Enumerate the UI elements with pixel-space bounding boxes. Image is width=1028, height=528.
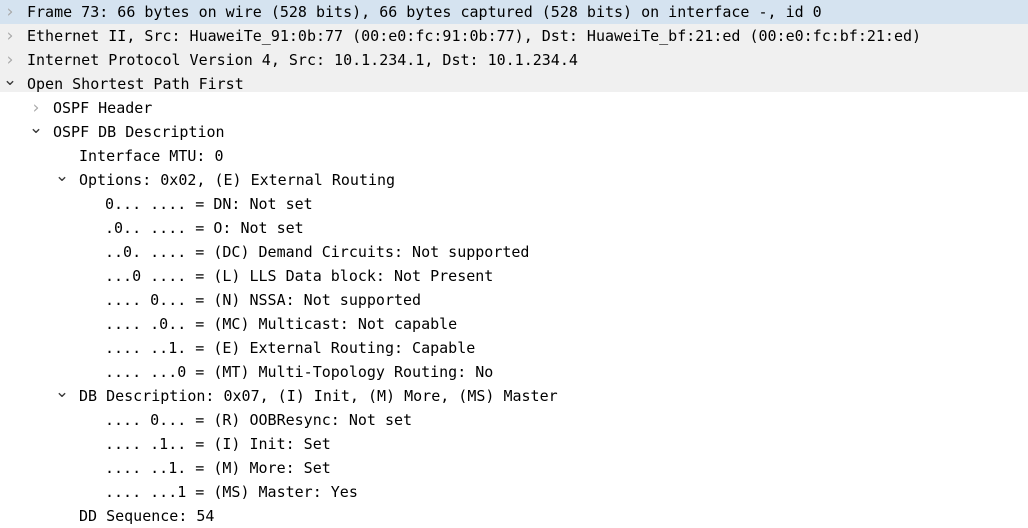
tree-item-dd-sequence[interactable]: DD Sequence: 54 xyxy=(0,504,1028,528)
tree-item-label: .... ..1. = (M) More: Set xyxy=(105,459,331,477)
tree-item-label: .... .1.. = (I) Init: Set xyxy=(105,435,331,453)
chevron-down-icon[interactable] xyxy=(28,120,44,144)
tree-item-flag-r[interactable]: .... 0... = (R) OOBResync: Not set xyxy=(0,408,1028,432)
tree-item-label: ..0. .... = (DC) Demand Circuits: Not su… xyxy=(105,243,530,261)
tree-item-label: DD Sequence: 54 xyxy=(79,507,215,525)
tree-item-flag-m[interactable]: .... ..1. = (M) More: Set xyxy=(0,456,1028,480)
tree-item-label: ...0 .... = (L) LLS Data block: Not Pres… xyxy=(105,267,494,285)
tree-item-flag-e[interactable]: .... ..1. = (E) External Routing: Capabl… xyxy=(0,336,1028,360)
chevron-down-icon[interactable] xyxy=(54,168,70,192)
tree-item-label: OSPF DB Description xyxy=(53,123,225,141)
tree-item-flag-mt[interactable]: .... ...0 = (MT) Multi-Topology Routing:… xyxy=(0,360,1028,384)
tree-item-label: .... 0... = (N) NSSA: Not supported xyxy=(105,291,422,309)
packet-details-pane: Frame 73: 66 bytes on wire (528 bits), 6… xyxy=(0,0,1028,526)
tree-item-label: .... ...0 = (MT) Multi-Topology Routing:… xyxy=(105,363,494,381)
chevron-down-icon[interactable] xyxy=(2,72,18,96)
tree-item-flag-dn[interactable]: 0... .... = DN: Not set xyxy=(0,192,1028,216)
tree-item-label: .0.. .... = O: Not set xyxy=(105,219,304,237)
packet-detail-row-list: Frame 73: 66 bytes on wire (528 bits), 6… xyxy=(0,0,1028,528)
tree-item-frame[interactable]: Frame 73: 66 bytes on wire (528 bits), 6… xyxy=(0,0,1028,24)
tree-item-interface-mtu[interactable]: Interface MTU: 0 xyxy=(0,144,1028,168)
tree-item-ospf-header[interactable]: OSPF Header xyxy=(0,96,1028,120)
tree-item-flag-o[interactable]: .0.. .... = O: Not set xyxy=(0,216,1028,240)
tree-item-label: Frame 73: 66 bytes on wire (528 bits), 6… xyxy=(27,3,822,21)
tree-item-label: Open Shortest Path First xyxy=(27,75,244,93)
chevron-down-icon[interactable] xyxy=(54,384,70,408)
tree-item-label: Internet Protocol Version 4, Src: 10.1.2… xyxy=(27,51,578,69)
tree-item-label: Ethernet II, Src: HuaweiTe_91:0b:77 (00:… xyxy=(27,27,922,45)
tree-item-flag-l[interactable]: ...0 .... = (L) LLS Data block: Not Pres… xyxy=(0,264,1028,288)
chevron-right-icon[interactable] xyxy=(2,24,18,48)
tree-item-label: OSPF Header xyxy=(53,99,153,117)
tree-item-flag-i[interactable]: .... .1.. = (I) Init: Set xyxy=(0,432,1028,456)
tree-item-ospf-db-description[interactable]: OSPF DB Description xyxy=(0,120,1028,144)
tree-item-ipv4[interactable]: Internet Protocol Version 4, Src: 10.1.2… xyxy=(0,48,1028,72)
tree-item-label: 0... .... = DN: Not set xyxy=(105,195,313,213)
tree-item-options[interactable]: Options: 0x02, (E) External Routing xyxy=(0,168,1028,192)
tree-item-db-description[interactable]: DB Description: 0x07, (I) Init, (M) More… xyxy=(0,384,1028,408)
chevron-right-icon[interactable] xyxy=(2,0,18,24)
tree-item-flag-n[interactable]: .... 0... = (N) NSSA: Not supported xyxy=(0,288,1028,312)
tree-item-label: .... ..1. = (E) External Routing: Capabl… xyxy=(105,339,476,357)
tree-item-label: .... 0... = (R) OOBResync: Not set xyxy=(105,411,413,429)
tree-item-label: DB Description: 0x07, (I) Init, (M) More… xyxy=(79,387,558,405)
tree-item-label: Interface MTU: 0 xyxy=(79,147,224,165)
tree-item-ospf[interactable]: Open Shortest Path First xyxy=(0,72,1028,96)
tree-item-ethernet[interactable]: Ethernet II, Src: HuaweiTe_91:0b:77 (00:… xyxy=(0,24,1028,48)
tree-item-flag-dc[interactable]: ..0. .... = (DC) Demand Circuits: Not su… xyxy=(0,240,1028,264)
tree-item-label: .... .0.. = (MC) Multicast: Not capable xyxy=(105,315,458,333)
tree-item-flag-mc[interactable]: .... .0.. = (MC) Multicast: Not capable xyxy=(0,312,1028,336)
tree-item-flag-ms[interactable]: .... ...1 = (MS) Master: Yes xyxy=(0,480,1028,504)
tree-item-label: Options: 0x02, (E) External Routing xyxy=(79,171,396,189)
tree-item-label: .... ...1 = (MS) Master: Yes xyxy=(105,483,358,501)
